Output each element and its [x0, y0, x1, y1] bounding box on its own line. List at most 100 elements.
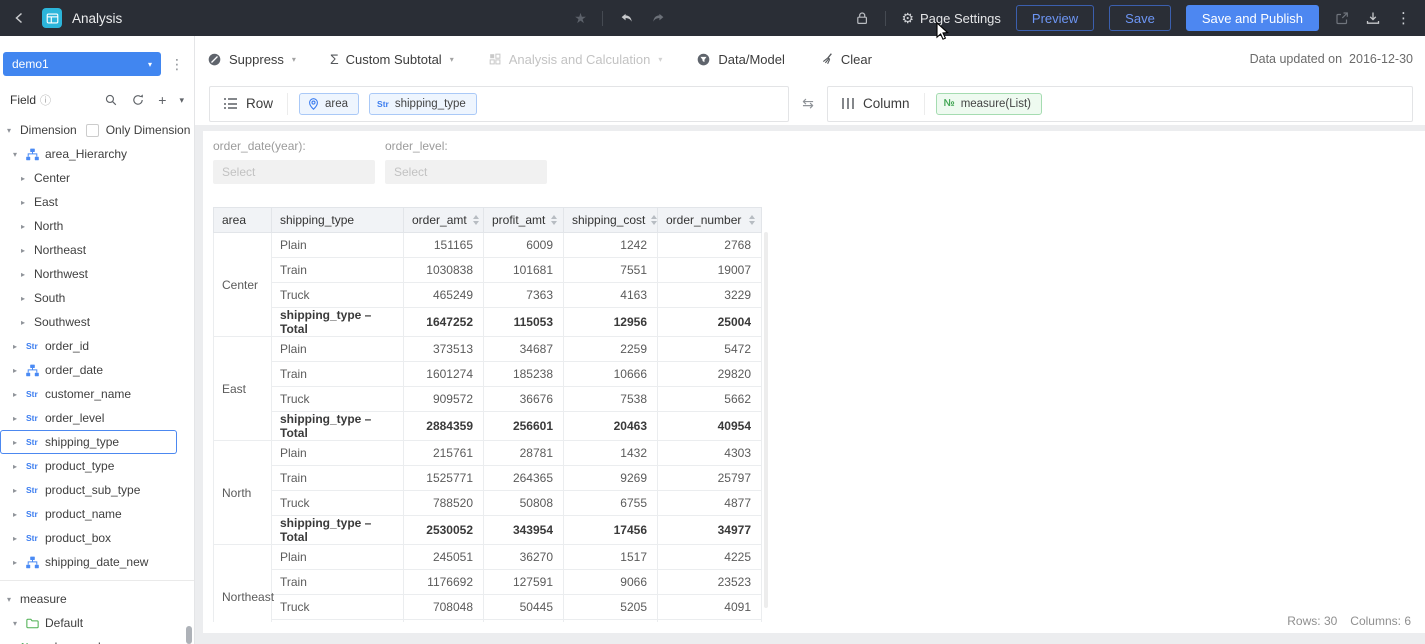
row-shelf-label: Row: [210, 93, 288, 115]
hierarchy-node[interactable]: ▾ area_Hierarchy: [0, 142, 194, 166]
column-shelf-label: Column: [828, 93, 925, 115]
table-row: Train1525771264365926925797: [214, 466, 762, 491]
subtotal-label-cell: shipping_type – Total: [272, 412, 404, 441]
value-cell: 1517: [564, 545, 658, 570]
shipping-type-cell: Train: [272, 570, 404, 595]
shipping-type-cell: Plain: [272, 233, 404, 258]
field-item-product_name[interactable]: ▸ Str product_name: [0, 502, 194, 526]
value-cell: 7551: [564, 258, 658, 283]
field-item-shipping_type[interactable]: ▸ Str shipping_type: [0, 430, 177, 454]
column-icon: [842, 98, 854, 109]
subtotal-value-cell: 12956: [564, 308, 658, 337]
divider: [0, 580, 194, 581]
sort-icon[interactable]: [645, 215, 657, 225]
more-menu-icon[interactable]: ⋮: [1396, 9, 1411, 27]
sort-icon[interactable]: [467, 215, 479, 225]
field-item-order_level[interactable]: ▸ Str order_level: [0, 406, 194, 430]
back-icon[interactable]: [12, 10, 28, 26]
dimension-node[interactable]: ▾ Dimension Only Dimension: [0, 118, 194, 142]
table-row: Train1176692127591906623523: [214, 570, 762, 595]
table-body: CenterPlain151165600912422768Train103083…: [214, 233, 762, 623]
field-item-customer_name[interactable]: ▸ Str customer_name: [0, 382, 194, 406]
measure-field-order_number[interactable]: № order_number: [0, 635, 194, 644]
canvas-background: order_date(year): Select order_level: Se…: [195, 125, 1425, 644]
row-pill-shipping_type[interactable]: Str shipping_type: [369, 93, 477, 115]
shipping-type-cell: Train: [272, 258, 404, 283]
undo-icon[interactable]: [618, 11, 635, 26]
value-cell: 25797: [658, 466, 762, 491]
add-icon[interactable]: +: [158, 93, 166, 107]
column-shelf: Column № measure(List): [827, 86, 1413, 122]
table-row: CenterPlain151165600912422768: [214, 233, 762, 258]
collapse-icon[interactable]: ▾: [179, 95, 184, 106]
only-dimension-checkbox[interactable]: [86, 124, 99, 137]
swap-axes-icon[interactable]: ⇆: [789, 95, 827, 112]
suppress-button[interactable]: Suppress ▾: [207, 52, 296, 67]
caret-right-icon: ▸: [13, 462, 26, 471]
area-cell: North: [214, 441, 272, 545]
column-header-shipping_cost[interactable]: shipping_cost: [564, 208, 658, 233]
page-settings-button[interactable]: ⚙ Page Settings: [901, 11, 1001, 26]
value-cell: 50808: [484, 491, 564, 516]
region-item-south[interactable]: ▸ South: [0, 286, 194, 310]
order-date-year-select[interactable]: Select: [213, 160, 375, 184]
lock-icon[interactable]: [854, 10, 870, 26]
sidebar-scrollbar[interactable]: [186, 626, 192, 644]
field-item-order_date[interactable]: ▸ order_date: [0, 358, 194, 382]
order-level-select[interactable]: Select: [385, 160, 547, 184]
save-button[interactable]: Save: [1109, 5, 1171, 31]
redo-icon[interactable]: [650, 11, 667, 26]
sort-icon[interactable]: [545, 215, 557, 225]
export-icon[interactable]: [1334, 10, 1350, 26]
preview-button[interactable]: Preview: [1016, 5, 1094, 31]
save-and-publish-button[interactable]: Save and Publish: [1186, 5, 1319, 31]
subtotal-value-cell: 2884359: [404, 412, 484, 441]
area-cell: East: [214, 337, 272, 441]
data-model-button[interactable]: Data/Model: [696, 52, 784, 67]
field-item-product_sub_type[interactable]: ▸ Str product_sub_type: [0, 478, 194, 502]
string-type-icon: Str: [26, 533, 45, 543]
subtotal-row: shipping_type – Total1647252115053129562…: [214, 308, 762, 337]
measure-folder-node[interactable]: ▾ Default: [0, 611, 194, 635]
download-icon[interactable]: [1365, 10, 1381, 26]
table-row: NortheastPlain2450513627015174225: [214, 545, 762, 570]
sort-icon[interactable]: [743, 215, 755, 225]
caret-right-icon: ▸: [21, 222, 34, 231]
subtotal-value-cell: 115053: [484, 308, 564, 337]
region-item-northeast[interactable]: ▸ Northeast: [0, 238, 194, 262]
field-item-product_box[interactable]: ▸ Str product_box: [0, 526, 194, 550]
favorite-star-icon[interactable]: ★: [574, 10, 587, 27]
filter-bar: order_date(year): Select order_level: Se…: [213, 139, 547, 184]
refresh-icon[interactable]: [131, 93, 145, 107]
value-cell: 1030838: [404, 258, 484, 283]
measure-node[interactable]: ▾ measure: [0, 587, 194, 611]
custom-subtotal-button[interactable]: Σ Custom Subtotal ▾: [330, 51, 454, 67]
value-cell: 3229: [658, 283, 762, 308]
dataset-menu-icon[interactable]: ⋮: [170, 56, 184, 73]
value-cell: 4303: [658, 441, 762, 466]
region-item-north[interactable]: ▸ North: [0, 214, 194, 238]
caret-right-icon: ▸: [21, 198, 34, 207]
column-header-order_number[interactable]: order_number: [658, 208, 762, 233]
shipping-type-cell: Truck: [272, 595, 404, 620]
field-item-shipping_date_new[interactable]: ▸ shipping_date_new: [0, 550, 194, 574]
table-scrollbar[interactable]: [764, 232, 768, 608]
shelf-bar: Row area Str shipping_type ⇆ Column: [195, 82, 1425, 125]
column-header-order_amt[interactable]: order_amt: [404, 208, 484, 233]
value-cell: 4163: [564, 283, 658, 308]
region-item-center[interactable]: ▸ Center: [0, 166, 194, 190]
column-header-profit_amt[interactable]: profit_amt: [484, 208, 564, 233]
region-item-east[interactable]: ▸ East: [0, 190, 194, 214]
region-item-northwest[interactable]: ▸ Northwest: [0, 262, 194, 286]
search-icon[interactable]: [104, 93, 118, 107]
value-cell: 465249: [404, 283, 484, 308]
column-pill-measure[interactable]: № measure(List): [936, 93, 1042, 115]
region-item-southwest[interactable]: ▸ Southwest: [0, 310, 194, 334]
dataset-selector[interactable]: demo1 ▾: [3, 52, 161, 76]
field-item-product_type[interactable]: ▸ Str product_type: [0, 454, 194, 478]
clear-button[interactable]: Clear: [819, 52, 872, 67]
top-bar: Analysis ★ ⚙ Page Settings Preview Save …: [0, 0, 1425, 36]
shipping-type-cell: Plain: [272, 441, 404, 466]
row-pill-area[interactable]: area: [299, 93, 359, 115]
field-item-order_id[interactable]: ▸ Str order_id: [0, 334, 194, 358]
